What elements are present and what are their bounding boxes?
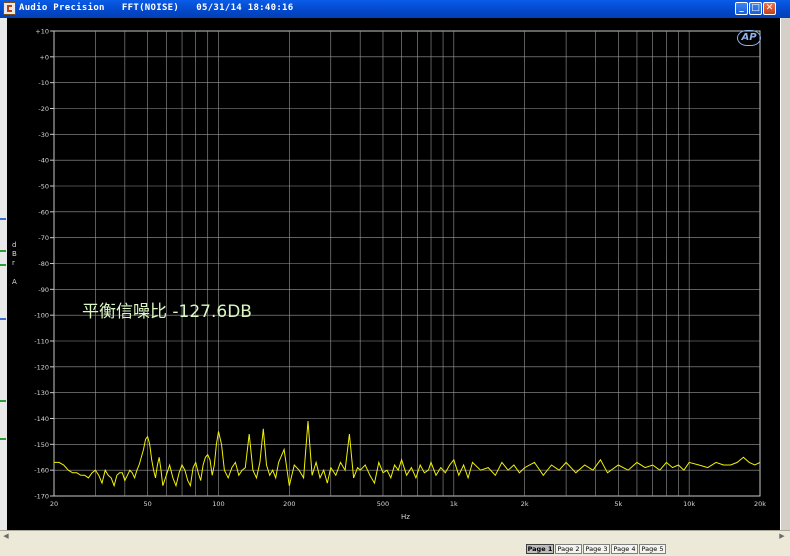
x-tick-label: 200 bbox=[283, 500, 295, 508]
y-tick-label: -140 bbox=[34, 415, 49, 423]
horizontal-scrollbar[interactable]: ◀ ▶ bbox=[0, 530, 790, 541]
y-axis-label-a: A bbox=[12, 278, 17, 286]
y-tick-label: -130 bbox=[34, 389, 49, 397]
y-tick-label: -100 bbox=[34, 312, 49, 320]
y-tick-label: -70 bbox=[38, 234, 49, 242]
right-scrollbar[interactable] bbox=[780, 18, 790, 530]
y-tick-label: +10 bbox=[35, 28, 49, 36]
x-tick-label: 1k bbox=[450, 500, 458, 508]
y-axis-label-d: d bbox=[12, 241, 17, 249]
scroll-left-icon[interactable]: ◀ bbox=[2, 532, 10, 540]
y-tick-label: -160 bbox=[34, 467, 49, 475]
x-tick-label: 100 bbox=[212, 500, 224, 508]
y-tick-label: -150 bbox=[34, 441, 49, 449]
y-tick-label: -30 bbox=[38, 131, 49, 139]
y-axis-label-b: B bbox=[12, 250, 17, 258]
y-tick-label: -80 bbox=[38, 260, 49, 268]
x-tick-label: 10k bbox=[683, 500, 695, 508]
page-tab-1[interactable]: Page 1 bbox=[526, 544, 554, 554]
x-tick-label: 2k bbox=[521, 500, 529, 508]
scroll-right-icon[interactable]: ▶ bbox=[778, 532, 786, 540]
page-tab-2[interactable]: Page 2 bbox=[555, 544, 582, 554]
y-tick-label: -40 bbox=[38, 157, 49, 165]
page-tab-4[interactable]: Page 4 bbox=[611, 544, 638, 554]
ap-logo-icon: AP bbox=[737, 30, 761, 46]
x-axis-title: Hz bbox=[401, 513, 410, 521]
y-tick-label: -20 bbox=[38, 105, 49, 113]
page-tab-5[interactable]: Page 5 bbox=[639, 544, 666, 554]
y-tick-label: -170 bbox=[34, 493, 49, 501]
y-tick-label: +0 bbox=[39, 53, 49, 61]
x-tick-label: 5k bbox=[614, 500, 622, 508]
fft-graph: +10 +0 -10 -20 -30 -40 -50 -60 -70 -80 -90 -100 -110… bbox=[34, 28, 766, 509]
y-tick-label: -50 bbox=[38, 183, 49, 191]
page-tab-3[interactable]: Page 3 bbox=[583, 544, 610, 554]
x-tick-label: 500 bbox=[377, 500, 389, 508]
x-tick-label: 20 bbox=[50, 500, 58, 508]
y-tick-label: -110 bbox=[34, 338, 49, 346]
x-tick-label: 50 bbox=[144, 500, 152, 508]
y-tick-label: -120 bbox=[34, 363, 49, 371]
status-bar bbox=[0, 541, 790, 556]
fft-trace bbox=[54, 421, 761, 488]
y-axis-label-r: r bbox=[12, 259, 15, 267]
y-tick-label: -90 bbox=[38, 286, 49, 294]
y-tick-label: -60 bbox=[38, 208, 49, 216]
x-tick-label: 20k bbox=[754, 500, 766, 508]
y-tick-label: -10 bbox=[38, 79, 49, 87]
snr-annotation: 平衡信噪比 -127.6DB bbox=[82, 302, 252, 322]
